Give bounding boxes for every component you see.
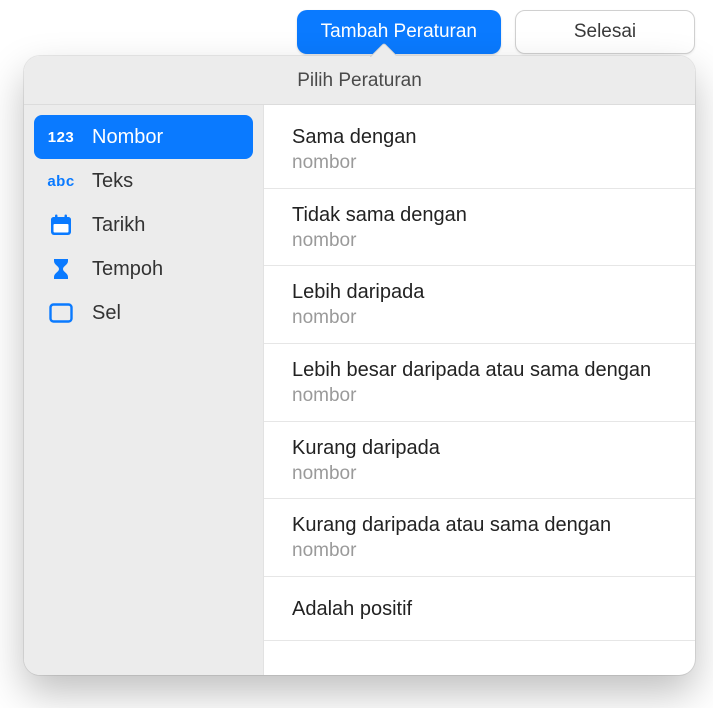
rule-list: Sama dengan nombor Tidak sama dengan nom… bbox=[264, 105, 695, 675]
text-icon: abc bbox=[46, 173, 76, 190]
sidebar-item-label: Tarikh bbox=[92, 214, 145, 237]
toolbar: Tambah Peraturan Selesai bbox=[297, 10, 695, 54]
choose-rule-popover: Pilih Peraturan 123 Nombor abc Teks bbox=[24, 56, 695, 675]
rule-subtitle: nombor bbox=[292, 539, 667, 564]
rule-title: Adalah positif bbox=[292, 590, 667, 628]
rule-subtitle: nombor bbox=[292, 384, 667, 409]
rule-subtitle: nombor bbox=[292, 462, 667, 487]
rule-title: Sama dengan bbox=[292, 124, 667, 150]
sidebar-item-date[interactable]: Tarikh bbox=[34, 203, 253, 247]
rule-title: Tidak sama dengan bbox=[292, 202, 667, 228]
rule-title: Kurang daripada atau sama dengan bbox=[292, 512, 667, 538]
rule-item-equal[interactable]: Sama dengan nombor bbox=[264, 111, 695, 189]
cell-icon bbox=[46, 303, 76, 323]
rule-item-is-positive[interactable]: Adalah positif bbox=[264, 577, 695, 641]
number-icon: 123 bbox=[46, 129, 76, 146]
sidebar-item-duration[interactable]: Tempoh bbox=[34, 247, 253, 291]
calendar-icon bbox=[46, 214, 76, 236]
rule-item-less-equal[interactable]: Kurang daripada atau sama dengan nombor bbox=[264, 499, 695, 577]
add-rule-button[interactable]: Tambah Peraturan bbox=[297, 10, 501, 54]
rule-title: Kurang daripada bbox=[292, 435, 667, 461]
rule-category-sidebar: 123 Nombor abc Teks Tarikh bbox=[24, 105, 264, 675]
sidebar-item-cell[interactable]: Sel bbox=[34, 291, 253, 335]
sidebar-item-label: Teks bbox=[92, 170, 133, 193]
popover-body: 123 Nombor abc Teks Tarikh bbox=[24, 105, 695, 675]
sidebar-item-number[interactable]: 123 Nombor bbox=[34, 115, 253, 159]
rule-title: Lebih daripada bbox=[292, 279, 667, 305]
rule-subtitle: nombor bbox=[292, 306, 667, 331]
sidebar-item-text[interactable]: abc Teks bbox=[34, 159, 253, 203]
rule-subtitle: nombor bbox=[292, 151, 667, 176]
popover-title: Pilih Peraturan bbox=[24, 56, 695, 105]
done-button[interactable]: Selesai bbox=[515, 10, 695, 54]
rule-subtitle: nombor bbox=[292, 229, 667, 254]
rule-item-greater-than[interactable]: Lebih daripada nombor bbox=[264, 266, 695, 344]
sidebar-item-label: Sel bbox=[92, 302, 121, 325]
rule-title: Lebih besar daripada atau sama dengan bbox=[292, 357, 667, 383]
sidebar-item-label: Nombor bbox=[92, 126, 163, 149]
popover-panel: Pilih Peraturan 123 Nombor abc Teks bbox=[24, 56, 695, 675]
rule-item-greater-equal[interactable]: Lebih besar daripada atau sama dengan no… bbox=[264, 344, 695, 422]
popover-arrow bbox=[370, 43, 396, 57]
rule-item-not-equal[interactable]: Tidak sama dengan nombor bbox=[264, 189, 695, 267]
sidebar-item-label: Tempoh bbox=[92, 258, 163, 281]
rule-item-less-than[interactable]: Kurang daripada nombor bbox=[264, 422, 695, 500]
hourglass-icon bbox=[46, 258, 76, 280]
